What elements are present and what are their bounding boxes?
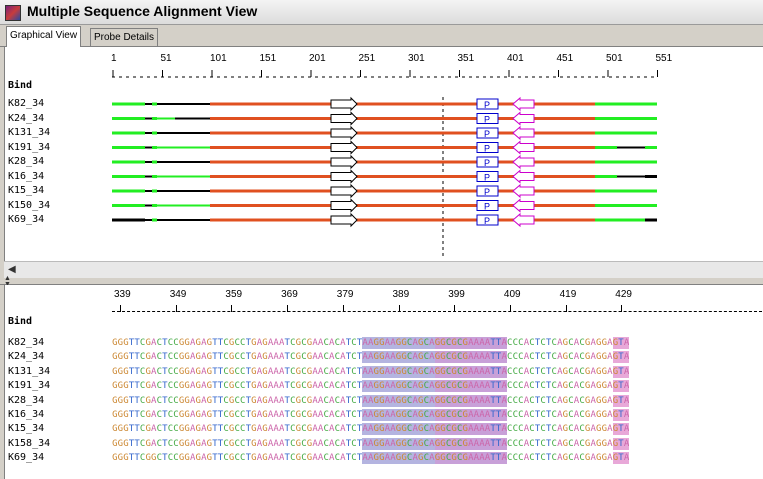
tab-probe-details[interactable]: Probe Details bbox=[90, 28, 159, 46]
reverse-primer-arrow bbox=[512, 212, 535, 228]
forward-primer-arrow bbox=[330, 125, 358, 141]
forward-primer-arrow bbox=[330, 212, 358, 228]
sequence-bases: GGGTTCGACTCCGGAGAGTTCGCCTGAGAAATCGCGAACA… bbox=[112, 351, 630, 364]
forward-primer-arrow bbox=[330, 169, 358, 184]
reverse-primer-arrow bbox=[512, 198, 535, 213]
sequence-bases: GGGTTCGACTCCGGAGAGTTCGCCTGAGAAATCGCGAACA… bbox=[112, 394, 630, 407]
sequence-bases: GGGTTCGACTCCGGAGAGTTCGCCTGAGAAATCGCGAACA… bbox=[112, 337, 630, 349]
sequence-bases: GGGTTCGACTCCGGAGAGTTCGCCTGAGAAATCGCGAACA… bbox=[112, 409, 630, 421]
probe-label: P bbox=[484, 216, 490, 226]
reverse-primer-arrow bbox=[512, 169, 535, 184]
detail-ruler-tick-label: 339 bbox=[114, 289, 131, 300]
detail-ruler-baseline bbox=[112, 311, 762, 312]
detail-row-label[interactable]: K28_34 bbox=[8, 395, 44, 406]
reverse-primer-arrow bbox=[512, 183, 535, 199]
sequence-detail-panel: 339 349 359 369 379 389 399 409 419 429 Bind K82_… bbox=[4, 285, 763, 479]
sequence-bases: GGGTTCGACTCCGGAGAGTTCGCCTGAGAAATCGCGAACA… bbox=[112, 437, 630, 450]
detail-row-label[interactable]: K82_34 bbox=[8, 337, 44, 348]
title-bar: Multiple Sequence Alignment View bbox=[0, 0, 763, 25]
detail-ruler-tick-label: 409 bbox=[503, 289, 521, 300]
detail-row-label[interactable]: K24_34 bbox=[8, 351, 44, 362]
probe-label: P bbox=[484, 158, 490, 168]
detail-row-label[interactable]: K158_34 bbox=[8, 438, 50, 449]
sequence-bases: GGGTTCGACTCCGGAGAGTTCGCCTGAGAAATCGCGAACA… bbox=[112, 423, 630, 436]
forward-primer-arrow bbox=[330, 183, 358, 199]
detail-ruler-tick-label: 379 bbox=[336, 289, 354, 300]
detail-ruler-tick-label: 419 bbox=[559, 289, 577, 300]
probe-label: P bbox=[484, 100, 490, 110]
reverse-primer-arrow bbox=[512, 96, 535, 112]
forward-primer-arrow bbox=[330, 154, 358, 170]
detail-ruler-tick-label: 429 bbox=[615, 289, 632, 300]
probe-label: P bbox=[484, 115, 490, 125]
detail-ruler-tick-label: 369 bbox=[281, 289, 298, 300]
reverse-primer-arrow bbox=[512, 140, 535, 155]
detail-ruler-tick-label: 359 bbox=[225, 289, 243, 300]
reverse-primer-arrow bbox=[512, 111, 535, 126]
detail-row-label[interactable]: K191_34 bbox=[8, 380, 50, 391]
scroll-left-icon[interactable]: ◀ bbox=[8, 264, 16, 275]
reverse-primer-arrow bbox=[512, 125, 535, 141]
detail-row-label[interactable]: K16_34 bbox=[8, 409, 44, 420]
probe-label: P bbox=[484, 202, 490, 212]
sequence-bases: GGGTTCGACTCCGGAGAGTTCGCCTGAGAAATCGCGAACA… bbox=[112, 365, 630, 378]
reverse-primer-arrow bbox=[512, 154, 535, 170]
probe-label: P bbox=[484, 187, 490, 197]
detail-ruler-tick-label: 399 bbox=[448, 289, 465, 300]
forward-primer-arrow bbox=[330, 140, 358, 155]
forward-primer-arrow bbox=[330, 111, 358, 126]
forward-primer-arrow bbox=[330, 96, 358, 112]
detail-ruler-tick-label: 389 bbox=[392, 289, 410, 300]
sequence-bases: GGGTTCGACTCCGGAGAGTTCGCCTGAGAAATCGCGAACA… bbox=[112, 380, 630, 393]
panel-splitter[interactable]: ▲▼ bbox=[0, 275, 763, 288]
detail-row-label[interactable]: K15_34 bbox=[8, 423, 44, 434]
detail-row-label[interactable]: K131_34 bbox=[8, 366, 50, 377]
forward-primer-arrow bbox=[330, 198, 358, 213]
tab-graphical-view[interactable]: Graphical View bbox=[6, 26, 82, 47]
probe-label: P bbox=[484, 129, 490, 139]
detail-bind-header: Bind bbox=[8, 316, 33, 327]
graphical-view-panel: 1 51 101 151 201 251 301 351 401 451 501 551 Bind K… bbox=[4, 47, 763, 261]
alignment-graphic: PPPPPPPPP bbox=[112, 70, 658, 259]
probe-label: P bbox=[484, 173, 490, 183]
window-title: Multiple Sequence Alignment View bbox=[27, 3, 258, 19]
detail-row-label[interactable]: K69_34 bbox=[8, 452, 44, 463]
probe-label: P bbox=[484, 144, 490, 154]
app-icon bbox=[5, 5, 21, 21]
detail-ruler-tick-label: 349 bbox=[169, 289, 187, 300]
sequence-bases: GGGTTCGGCTCCGGAGAGTTCGCCTGAGAAATCGCGAACA… bbox=[112, 452, 630, 465]
horizontal-scrollbar[interactable]: ◀ bbox=[4, 261, 763, 279]
tab-strip: Graphical View Probe Details bbox=[0, 25, 763, 47]
